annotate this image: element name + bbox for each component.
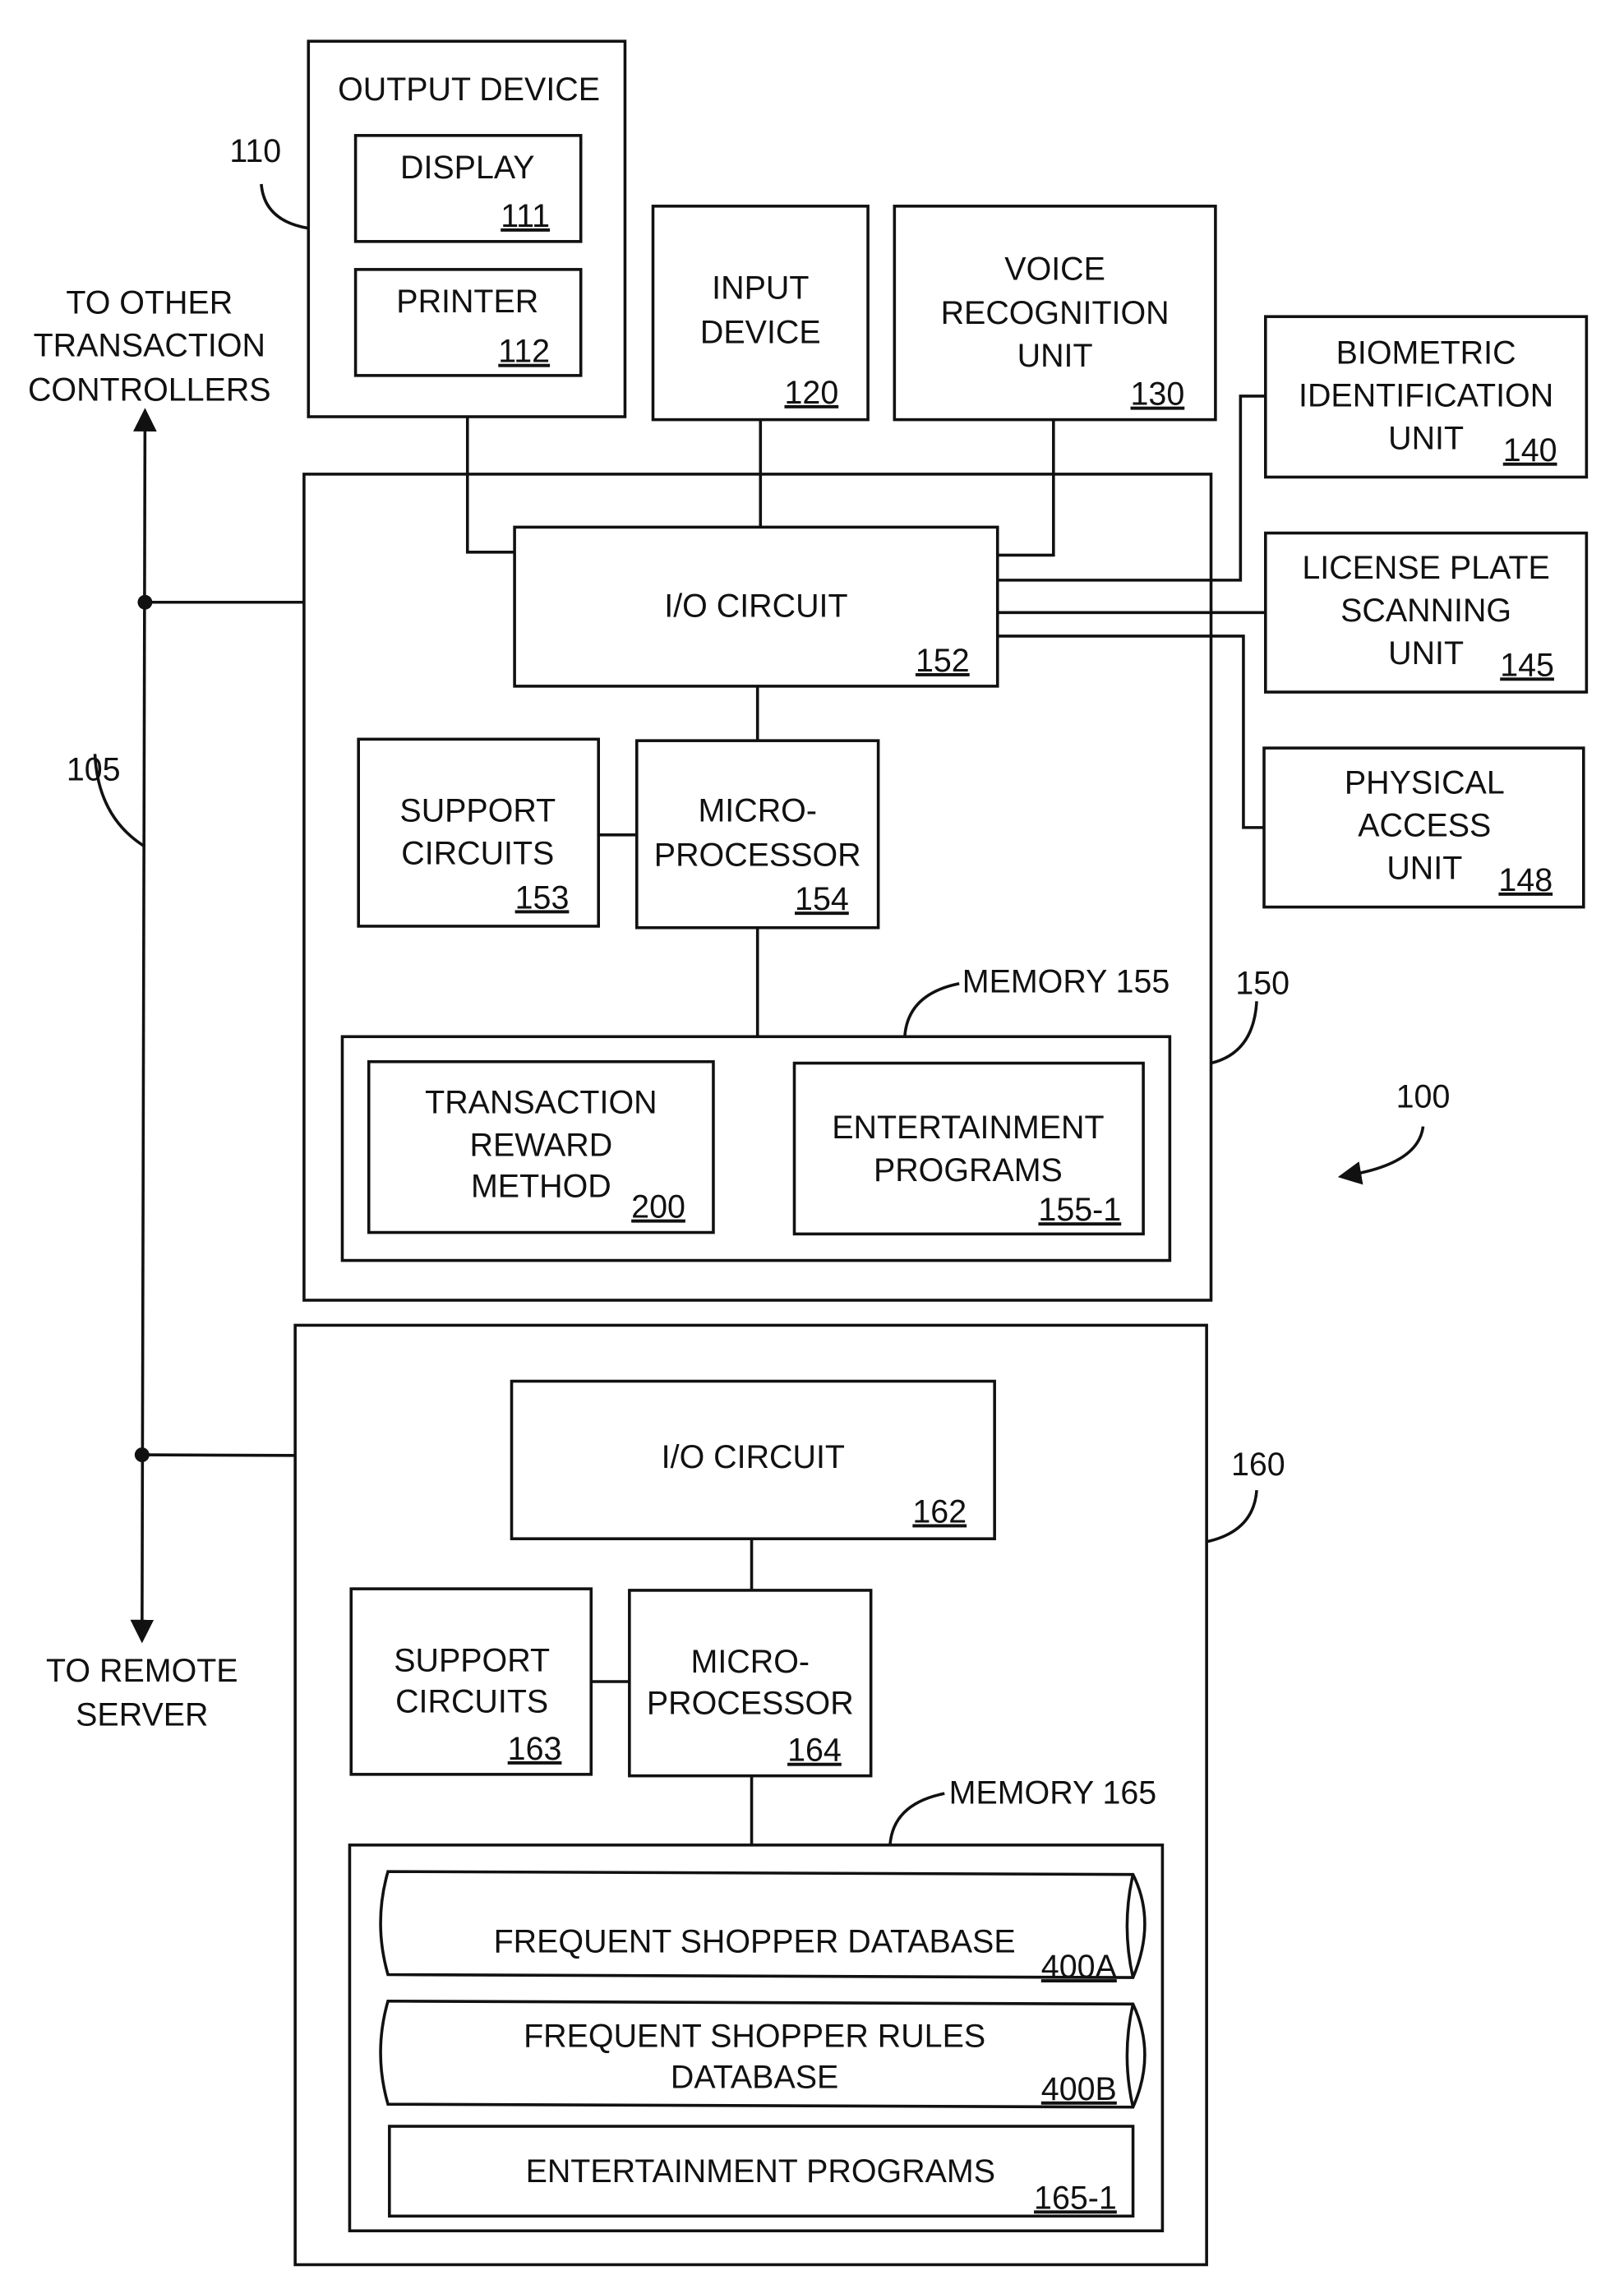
ent-155-line-2: PROGRAMS: [874, 1152, 1063, 1188]
ref-150: 150: [1235, 965, 1290, 1001]
controller-150: 150 I/O CIRCUIT 152 SUPPORT CIRCUITS 153…: [302, 473, 1290, 1302]
access-line-2: ACCESS: [1358, 808, 1491, 844]
controller-160: 160 I/O CIRCUIT 162 SUPPORT CIRCUITS 163…: [293, 1323, 1285, 2267]
ref-162: 162: [912, 1493, 967, 1530]
physical-access-unit-148: PHYSICAL ACCESS UNIT 148: [1262, 746, 1585, 909]
bus-top-label-3: CONTROLLERS: [28, 371, 271, 408]
display-label: DISPLAY: [400, 150, 535, 186]
leader-110: [260, 183, 309, 230]
block-diagram: 105 TO OTHER TRANSACTION CONTROLLERS TO …: [28, 39, 1589, 2267]
biometric-line-2: IDENTIFICATION: [1299, 377, 1553, 413]
reward-line-1: TRANSACTION: [425, 1084, 657, 1120]
voice-line-2: RECOGNITION: [941, 295, 1170, 331]
ref-160: 160: [1231, 1447, 1285, 1483]
ref-153: 153: [515, 879, 570, 916]
ref-112: 112: [498, 334, 550, 370]
ent-165-label: ENTERTAINMENT PROGRAMS: [526, 2153, 995, 2190]
license-line-1: LICENSE PLATE: [1302, 550, 1549, 586]
biometric-line-1: BIOMETRIC: [1336, 335, 1516, 371]
access-line-1: PHYSICAL: [1345, 765, 1505, 801]
ref-145: 145: [1500, 647, 1554, 683]
reward-line-2: REWARD: [470, 1127, 613, 1163]
ref-154: 154: [795, 881, 849, 917]
output-device-title: OUTPUT DEVICE: [338, 72, 600, 108]
support-163-line-1: SUPPORT: [394, 1642, 550, 1678]
ent-155-line-1: ENTERTAINMENT: [832, 1110, 1104, 1146]
ref-100: 100: [1396, 1078, 1451, 1114]
ref-200: 200: [631, 1189, 685, 1225]
cpu-164-line-1: MICRO-: [691, 1644, 810, 1680]
license-line-2: SCANNING: [1340, 593, 1511, 629]
input-device-line-2: DEVICE: [700, 314, 821, 350]
input-device-line-1: INPUT: [712, 270, 809, 307]
bus-bottom-label-2: SERVER: [76, 1697, 208, 1733]
biometric-line-3: UNIT: [1388, 420, 1464, 456]
cpu-154-line-2: PROCESSOR: [654, 837, 861, 873]
ref-148: 148: [1498, 862, 1552, 898]
ref-105: 105: [67, 752, 121, 788]
db-400b-line-1: FREQUENT SHOPPER RULES: [524, 2018, 985, 2054]
memory-155-label: MEMORY 155: [962, 964, 1170, 1000]
reward-line-3: METHOD: [471, 1169, 611, 1205]
ref-163: 163: [508, 1731, 562, 1767]
db-400a-label: FREQUENT SHOPPER DATABASE: [494, 1924, 1016, 1960]
cpu-154-line-1: MICRO-: [698, 793, 816, 829]
ref-140: 140: [1503, 432, 1557, 468]
patent-figure: 105 TO OTHER TRANSACTION CONTROLLERS TO …: [0, 0, 1624, 2275]
io-circuit-162-label: I/O CIRCUIT: [662, 1439, 845, 1475]
ref-165-1: 165-1: [1034, 2180, 1117, 2216]
ref-130: 130: [1131, 376, 1185, 413]
leader-160: [1206, 1489, 1258, 1544]
voice-recognition-130: VOICE RECOGNITION UNIT 130: [893, 205, 1217, 422]
license-line-3: UNIT: [1388, 635, 1464, 671]
ref-111: 111: [501, 198, 550, 234]
ref-400a: 400A: [1041, 1949, 1118, 1985]
ref-164: 164: [787, 1733, 842, 1769]
voice-line-3: UNIT: [1017, 338, 1093, 374]
ref-155-1: 155-1: [1038, 1192, 1121, 1228]
db-400b-line-2: DATABASE: [671, 2059, 838, 2095]
memory-165-label: MEMORY 165: [949, 1775, 1157, 1811]
biometric-unit-140: BIOMETRIC IDENTIFICATION UNIT 140: [1264, 315, 1589, 479]
bus-top-label-2: TRANSACTION: [34, 328, 265, 364]
printer-label: PRINTER: [396, 284, 538, 320]
ref-152: 152: [916, 643, 970, 679]
bus-top-label-1: TO OTHER: [66, 285, 233, 321]
io-circuit-152-label: I/O CIRCUIT: [664, 588, 847, 625]
bus-bottom-label-1: TO REMOTE: [46, 1653, 238, 1689]
input-device-120: INPUT DEVICE 120: [651, 205, 870, 422]
cpu-164-line-2: PROCESSOR: [647, 1685, 854, 1721]
support-153-line-2: CIRCUITS: [401, 836, 554, 872]
system-ref-100: 100: [1337, 1078, 1451, 1185]
leader-150: [1211, 1001, 1258, 1065]
support-153-line-1: SUPPORT: [399, 793, 556, 829]
output-device-110: OUTPUT DEVICE 110 DISPLAY 111 PRINTER 11…: [229, 39, 627, 418]
support-163-line-2: CIRCUITS: [395, 1684, 548, 1720]
voice-line-1: VOICE: [1004, 251, 1105, 287]
ref-400b: 400B: [1041, 2071, 1117, 2107]
access-line-3: UNIT: [1386, 851, 1462, 887]
ref-120: 120: [784, 375, 838, 411]
license-plate-unit-145: LICENSE PLATE SCANNING UNIT 145: [1264, 531, 1589, 694]
ref-110: 110: [229, 133, 281, 169]
arrow-100: [1337, 1126, 1425, 1185]
